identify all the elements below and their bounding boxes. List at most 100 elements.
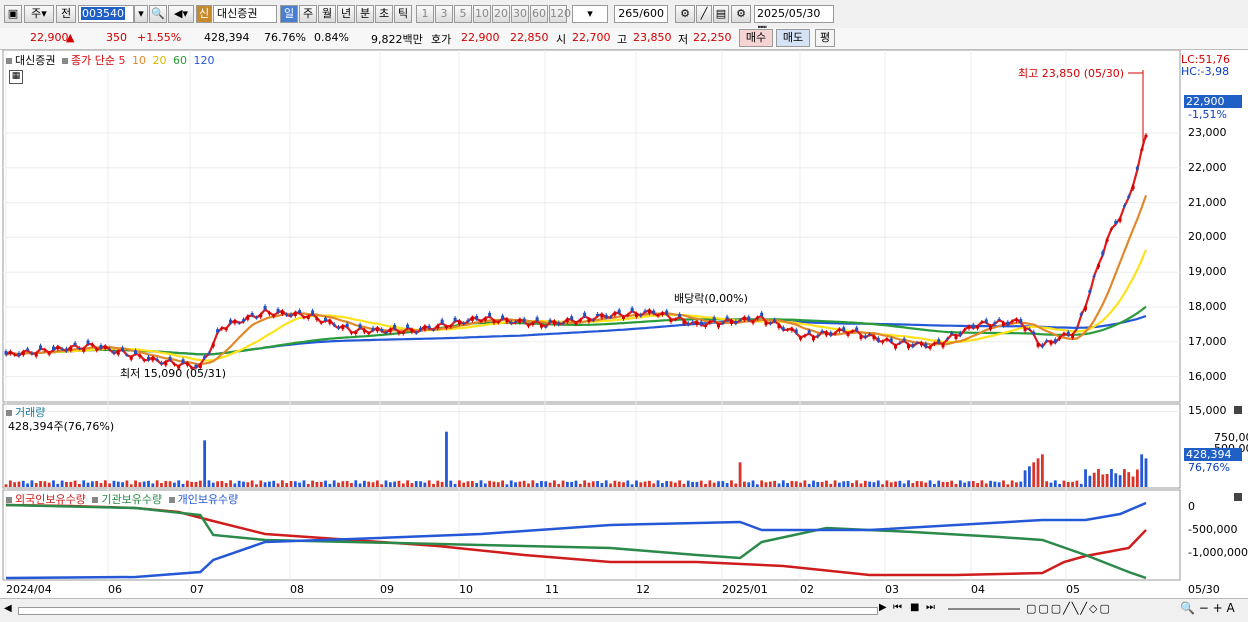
- period-tab[interactable]: 분: [356, 5, 374, 23]
- chart-canvas[interactable]: [0, 50, 1248, 621]
- volume-bar: [414, 481, 418, 487]
- interval-tab[interactable]: 30: [511, 5, 529, 23]
- candle-body: [1084, 306, 1088, 311]
- volume-bar: [358, 483, 362, 487]
- candle-body: [1122, 205, 1126, 207]
- volume-panel-close-icon[interactable]: [1234, 406, 1242, 414]
- candle-body: [509, 321, 513, 324]
- calculator-icon[interactable]: ▦: [9, 70, 23, 84]
- candle-body: [570, 316, 574, 320]
- zoom-icons[interactable]: 🔍 − + A: [1180, 601, 1235, 615]
- price-y-tick: 17,000: [1188, 334, 1227, 348]
- candle-body: [665, 310, 669, 315]
- volume-bar: [751, 480, 755, 487]
- candle-body: [26, 348, 30, 351]
- candle-body: [1109, 228, 1113, 230]
- stock-code-input[interactable]: 003540: [78, 5, 134, 23]
- ma60-label: 60: [172, 54, 187, 67]
- candle-body: [824, 331, 828, 336]
- volume-bar: [924, 482, 928, 487]
- chart-area[interactable]: 대신증권 종가 단순 5 10 20 60 120 ▦ 최고 23,850 (0…: [0, 50, 1248, 621]
- sell-button[interactable]: 매도: [776, 29, 810, 47]
- holdings-panel-close-icon[interactable]: [1234, 493, 1242, 501]
- code-dropdown-icon[interactable]: ▾: [134, 5, 148, 23]
- horizontal-scrollbar[interactable]: [18, 607, 878, 615]
- settings-icon[interactable]: ⚙: [731, 5, 751, 23]
- count-input[interactable]: 265/600: [614, 5, 668, 23]
- interval-tab[interactable]: 120: [549, 5, 571, 23]
- volume-bar: [656, 480, 660, 487]
- interval-tab[interactable]: 1: [416, 5, 434, 23]
- volume-bar: [185, 480, 189, 487]
- period-tab[interactable]: 년: [337, 5, 355, 23]
- window-menu-icon[interactable]: ▣: [4, 5, 22, 23]
- market-select[interactable]: 주▾: [24, 5, 54, 23]
- jump-end-icon[interactable]: ⏭: [926, 602, 935, 613]
- draw-tool-icon[interactable]: ╱: [696, 5, 712, 23]
- eval-button[interactable]: 평: [815, 29, 835, 47]
- hoga-label: 호가: [431, 33, 452, 46]
- indicator-icon[interactable]: ⚙: [675, 5, 695, 23]
- volume-bar: [669, 481, 673, 487]
- volume-current-tag: 428,394: [1184, 448, 1242, 461]
- period-tab[interactable]: 월: [318, 5, 336, 23]
- volume-bar: [190, 481, 194, 487]
- zoom-slider[interactable]: [948, 608, 1020, 610]
- save-icon[interactable]: ▤: [713, 5, 729, 23]
- volume-bar: [263, 482, 267, 487]
- prev-button[interactable]: 전: [56, 5, 76, 23]
- ma20-line: [5, 249, 1148, 362]
- volume-bar: [1084, 469, 1087, 487]
- hc-label: HC:-3,98: [1181, 65, 1230, 78]
- volume-bar: [505, 484, 509, 487]
- interval-tab[interactable]: 10: [473, 5, 491, 23]
- period-tab[interactable]: 주: [299, 5, 317, 23]
- date-input[interactable]: 2025/05/30 ▦: [754, 5, 834, 36]
- volume-bar: [907, 480, 910, 487]
- candle-body: [142, 360, 146, 362]
- candle-body: [799, 337, 803, 340]
- interval-tab[interactable]: 20: [492, 5, 510, 23]
- speaker-icon[interactable]: ◀▾: [168, 5, 194, 23]
- candle-body: [449, 325, 453, 328]
- period-tab[interactable]: 일: [280, 5, 298, 23]
- volume-bar: [838, 482, 841, 487]
- candle-body: [548, 319, 552, 323]
- candle-body: [1049, 341, 1053, 345]
- candle-body: [280, 310, 284, 315]
- interval-tab[interactable]: 60: [530, 5, 548, 23]
- volume-bar: [1105, 473, 1109, 487]
- interval-tab[interactable]: 3: [435, 5, 453, 23]
- interval-tab[interactable]: 5: [454, 5, 472, 23]
- interval-custom-input[interactable]: ▾: [572, 5, 608, 23]
- volume-bar: [1006, 484, 1010, 487]
- candle-body: [69, 346, 73, 351]
- volume-bar: [626, 480, 630, 487]
- low-annotation: 최저 15,090 (05/31): [120, 367, 227, 380]
- chart-tools-icons[interactable]: ▢▢▢╱╲╱◇▢: [1026, 602, 1112, 615]
- volume-bar: [574, 480, 578, 487]
- scroll-left-icon[interactable]: ◀: [4, 603, 12, 614]
- volume-bar: [427, 480, 431, 487]
- volume-bar: [691, 481, 694, 487]
- institution-holdings-label: 기관보유수량: [101, 493, 163, 506]
- volume-bar: [997, 482, 1001, 487]
- volume-bar: [730, 480, 733, 487]
- period-tab[interactable]: 초: [375, 5, 393, 23]
- candle-body: [729, 320, 733, 324]
- stop-icon[interactable]: ■: [910, 602, 919, 613]
- search-icon[interactable]: 🔍: [149, 5, 167, 23]
- candle-body: [557, 322, 561, 325]
- x-axis-label: 08: [290, 583, 304, 596]
- scroll-right-icon[interactable]: ▶: [879, 602, 887, 613]
- period-tab[interactable]: 틱: [394, 5, 412, 23]
- price-y-tick: 16,000: [1188, 369, 1227, 383]
- candle-body: [237, 322, 241, 324]
- buy-button[interactable]: 매수: [739, 29, 773, 47]
- volume-bar: [1023, 470, 1027, 487]
- candle-body: [855, 327, 859, 331]
- holdings-tick-500k: -500,000: [1188, 523, 1238, 536]
- volume-bar: [591, 481, 595, 487]
- jump-start-icon[interactable]: ⏮: [893, 602, 902, 613]
- ma10-label: 10: [131, 54, 146, 67]
